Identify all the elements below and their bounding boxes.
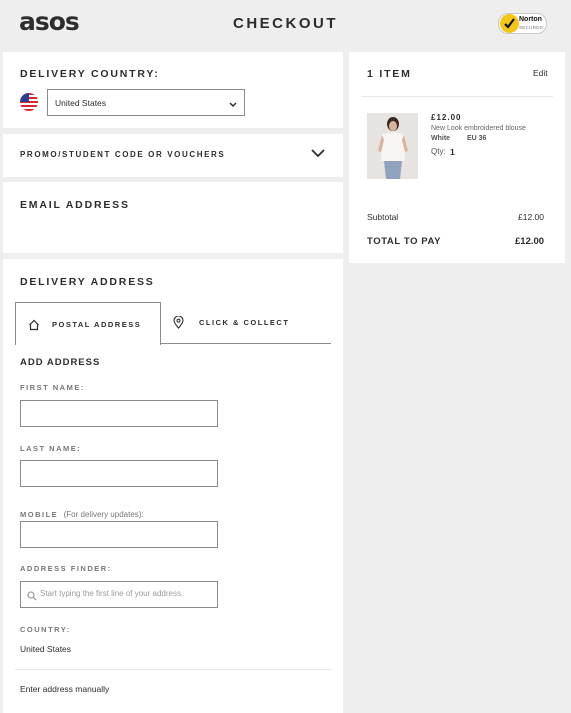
last-name-input[interactable] xyxy=(20,460,218,487)
page-title: CHECKOUT xyxy=(233,15,338,32)
product-price: £12.00 xyxy=(431,113,462,122)
product-size: EU 36 xyxy=(467,135,487,142)
tab-postal-address-label: POSTAL ADDRESS xyxy=(52,320,142,329)
chevron-down-icon xyxy=(228,96,238,114)
checkout-header: asos CHECKOUT Norton SECURED xyxy=(0,0,571,48)
edit-link[interactable]: Edit xyxy=(533,68,548,78)
last-name-label: LAST NAME: xyxy=(20,444,82,453)
norton-name: Norton xyxy=(519,16,542,23)
chevron-down-icon[interactable] xyxy=(310,146,326,164)
country-label: COUNTRY: xyxy=(20,625,71,634)
add-address-title: ADD ADDRESS xyxy=(20,357,101,368)
tab-click-collect-label: CLICK & COLLECT xyxy=(199,318,290,327)
product-name[interactable]: New Look embroidered blouse xyxy=(431,125,526,132)
country-select[interactable]: United States xyxy=(47,89,245,116)
tab-divider xyxy=(160,343,331,344)
location-pin-icon xyxy=(173,315,184,334)
total-label: TOTAL TO PAY xyxy=(367,236,442,247)
product-color: White xyxy=(431,135,451,142)
address-finder-placeholder: Start typing the first line of your addr… xyxy=(40,589,184,598)
product-image[interactable] xyxy=(367,113,418,179)
country-select-value: United States xyxy=(55,98,107,108)
search-icon xyxy=(27,588,37,606)
email-label: EMAIL ADDRESS xyxy=(20,199,130,211)
us-flag-icon xyxy=(20,93,38,111)
items-count-title: 1 ITEM xyxy=(367,68,412,80)
total-value: £12.00 xyxy=(515,236,545,247)
mobile-note: (For delivery updates): xyxy=(63,510,144,519)
enter-address-manually-link[interactable]: Enter address manually xyxy=(20,684,109,694)
promo-label: PROMO/STUDENT CODE OR VOUCHERS xyxy=(20,150,226,159)
subtotal-label: Subtotal xyxy=(367,212,399,222)
address-finder-label: ADDRESS FINDER: xyxy=(20,564,112,573)
mobile-label-row: MOBILE (For delivery updates): xyxy=(20,504,144,522)
norton-sub: SECURED xyxy=(519,25,544,30)
mobile-label: MOBILE xyxy=(20,510,59,519)
mobile-input[interactable] xyxy=(20,521,218,548)
delivery-address-title: DELIVERY ADDRESS xyxy=(20,276,155,288)
norton-secured-badge: Norton SECURED xyxy=(498,13,547,34)
first-name-input[interactable] xyxy=(20,400,218,427)
product-qty-value[interactable]: 1 xyxy=(450,147,455,157)
summary-divider xyxy=(361,96,553,97)
email-panel xyxy=(3,182,343,253)
subtotal-value: £12.00 xyxy=(518,212,544,222)
delivery-country-label: DELIVERY COUNTRY: xyxy=(20,68,160,80)
checkmark-icon xyxy=(500,14,519,33)
address-divider xyxy=(15,669,331,670)
home-icon xyxy=(28,318,40,336)
first-name-label: FIRST NAME: xyxy=(20,383,85,392)
country-value: United States xyxy=(20,644,72,654)
product-qty-label: Qty: xyxy=(431,147,446,156)
